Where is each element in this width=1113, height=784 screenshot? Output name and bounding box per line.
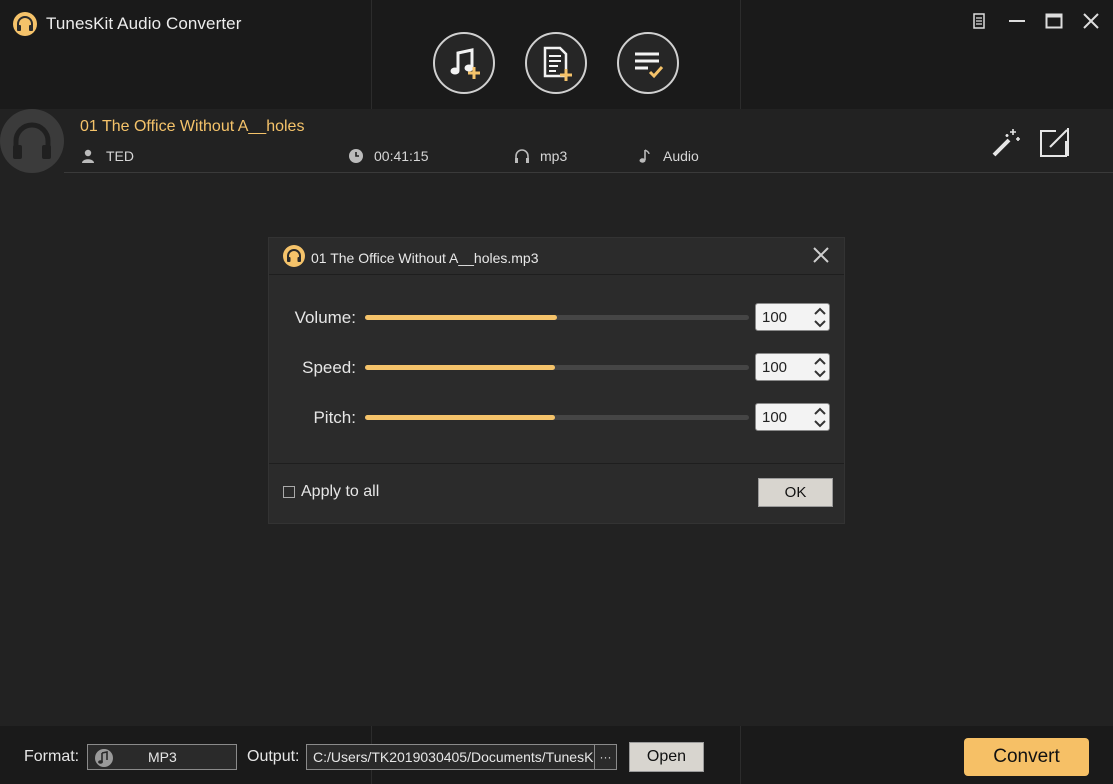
dialog-title: 01 The Office Without A__holes.mp3 <box>311 250 539 266</box>
track-type: Audio <box>637 148 699 164</box>
edit-icon <box>1040 128 1069 157</box>
add-file-icon <box>543 46 572 81</box>
chevron-down-icon <box>814 319 826 327</box>
magic-wand-icon <box>992 129 1020 157</box>
pitch-row: Pitch: 100 <box>269 403 844 433</box>
close-button[interactable] <box>1080 10 1102 32</box>
maximize-icon <box>1045 13 1063 29</box>
speed-row: Speed: 100 <box>269 353 844 383</box>
apply-to-all-label: Apply to all <box>301 483 380 500</box>
pitch-value: 100 <box>762 409 788 426</box>
dialog-divider <box>269 463 844 464</box>
chevron-down-icon <box>814 419 826 427</box>
convert-button[interactable]: Convert <box>964 738 1089 776</box>
add-music-icon <box>450 48 480 79</box>
pitch-slider-fill <box>365 415 555 420</box>
format-label: Format: <box>24 748 80 765</box>
pitch-spinbox[interactable]: 100 <box>755 403 830 431</box>
duration-text: 00:41:15 <box>374 148 429 164</box>
volume-spinbox[interactable]: 100 <box>755 303 830 331</box>
format-selector[interactable]: MP3 <box>87 744 237 770</box>
output-path-field[interactable]: C:/Users/TK2019030405/Documents/TunesKit… <box>306 744 617 770</box>
pitch-label: Pitch: <box>313 408 356 427</box>
apply-to-all-checkbox[interactable]: Apply to all <box>283 483 379 501</box>
format-value: MP3 <box>148 749 177 765</box>
speed-increment-button[interactable] <box>811 354 829 367</box>
track-duration: 00:41:15 <box>348 148 429 164</box>
clock-icon <box>349 149 363 163</box>
speed-value: 100 <box>762 359 788 376</box>
volume-slider-fill <box>365 315 557 320</box>
row-divider <box>64 172 1113 173</box>
volume-label: Volume: <box>294 308 356 327</box>
effects-button[interactable] <box>988 125 1024 161</box>
bottom-bar: Format: MP3 Output: C:/Users/TK201903040… <box>0 726 1113 784</box>
pitch-spin-buttons <box>809 404 829 430</box>
app-logo-icon <box>13 12 37 36</box>
person-icon <box>82 149 94 163</box>
toolbar-divider <box>371 0 372 109</box>
add-file-button[interactable] <box>525 32 587 94</box>
volume-decrement-button[interactable] <box>811 317 829 330</box>
pitch-increment-button[interactable] <box>811 404 829 417</box>
bottom-divider <box>740 726 741 784</box>
checkbox-box[interactable] <box>283 486 295 498</box>
pitch-slider[interactable] <box>365 415 749 420</box>
format-text: mp3 <box>540 148 568 164</box>
headphones-icon <box>13 122 51 159</box>
pitch-decrement-button[interactable] <box>811 417 829 430</box>
type-text: Audio <box>663 148 699 164</box>
app-title: TunesKit Audio Converter <box>46 14 242 33</box>
minimize-button[interactable] <box>1006 10 1028 32</box>
close-icon <box>1083 13 1099 29</box>
track-artist: TED <box>80 148 134 164</box>
volume-row: Volume: 100 <box>269 303 844 333</box>
chevron-up-icon <box>814 307 826 315</box>
volume-value: 100 <box>762 309 788 326</box>
volume-spin-buttons <box>809 304 829 330</box>
speed-spin-buttons <box>809 354 829 380</box>
track-format: mp3 <box>514 148 567 164</box>
speed-slider[interactable] <box>365 365 749 370</box>
audio-format-icon <box>95 749 113 767</box>
music-note-icon <box>639 149 650 163</box>
audio-effects-dialog: 01 The Office Without A__holes.mp3 Volum… <box>268 237 845 524</box>
menu-button[interactable] <box>968 10 990 32</box>
open-button[interactable]: Open <box>629 742 704 772</box>
output-label: Output: <box>247 748 300 765</box>
toolbar-divider <box>740 0 741 109</box>
volume-slider[interactable] <box>365 315 749 320</box>
edit-button[interactable] <box>1035 125 1071 161</box>
list-item[interactable]: 01 The Office Without A__holes TED 00:41… <box>0 109 1113 173</box>
chevron-up-icon <box>814 357 826 365</box>
maximize-button[interactable] <box>1043 10 1065 32</box>
menu-icon <box>973 13 985 29</box>
speed-label: Speed: <box>302 358 356 377</box>
speed-spinbox[interactable]: 100 <box>755 353 830 381</box>
converted-list-icon <box>635 52 664 79</box>
add-music-button[interactable] <box>433 32 495 94</box>
track-title: 01 The Office Without A__holes <box>80 118 305 135</box>
close-icon[interactable] <box>810 244 832 266</box>
dialog-header: 01 The Office Without A__holes.mp3 <box>269 238 844 275</box>
chevron-up-icon <box>814 407 826 415</box>
output-path-value: C:/Users/TK2019030405/Documents/TunesKit <box>313 749 595 765</box>
volume-increment-button[interactable] <box>811 304 829 317</box>
ok-button[interactable]: OK <box>758 478 833 507</box>
track-thumbnail <box>0 109 64 173</box>
converted-list-button[interactable] <box>617 32 679 94</box>
chevron-down-icon <box>814 369 826 377</box>
app-logo-icon <box>283 245 305 267</box>
browse-button[interactable]: ··· <box>594 745 616 769</box>
speed-decrement-button[interactable] <box>811 367 829 380</box>
title-toolbar: TunesKit Audio Converter <box>0 0 1113 109</box>
speed-slider-fill <box>365 365 555 370</box>
artist-text: TED <box>106 148 134 164</box>
minimize-icon <box>1009 20 1025 22</box>
headphones-icon <box>515 149 529 163</box>
